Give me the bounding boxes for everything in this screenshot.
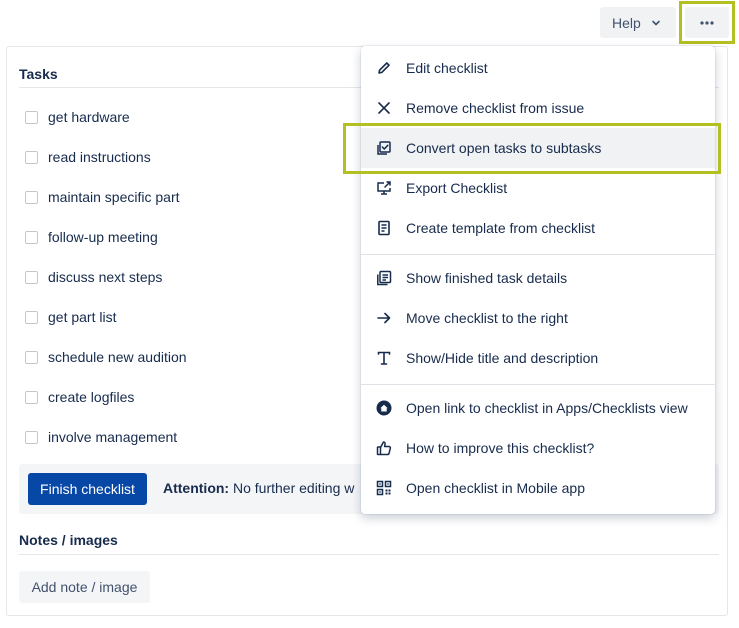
menu-item-label: Open link to checklist in Apps/Checklist…: [406, 400, 688, 416]
task-label: get hardware: [48, 109, 130, 125]
task-checkbox[interactable]: [25, 310, 38, 324]
task-label: create logfiles: [48, 389, 135, 405]
task-label: get part list: [48, 309, 117, 325]
task-label: schedule new audition: [48, 349, 187, 365]
help-button[interactable]: Help: [600, 7, 676, 38]
ellipsis-icon: [700, 20, 714, 25]
home-icon: [375, 400, 392, 417]
menu-item-label: Show/Hide title and description: [406, 350, 599, 366]
task-item[interactable]: get part list: [25, 307, 116, 327]
task-checkbox[interactable]: [25, 270, 38, 284]
menu-item-move-right[interactable]: Move checklist to the right: [361, 298, 715, 338]
finish-checklist-button[interactable]: Finish checklist: [28, 473, 147, 505]
menu-item-open-apps-view[interactable]: Open link to checklist in Apps/Checklist…: [361, 388, 715, 428]
task-item[interactable]: get hardware: [25, 107, 130, 127]
pencil-icon: [375, 60, 392, 77]
chevron-down-icon: [651, 18, 661, 28]
menu-item-open-mobile-app[interactable]: Open checklist in Mobile app: [361, 468, 715, 508]
task-item[interactable]: involve management: [25, 427, 177, 447]
menu-item-create-template[interactable]: Create template from checklist: [361, 208, 715, 248]
attention-text: No further editing w: [232, 480, 355, 496]
task-item[interactable]: discuss next steps: [25, 267, 162, 287]
template-icon: [375, 220, 392, 237]
more-actions-button[interactable]: [685, 7, 729, 38]
menu-item-improve-checklist[interactable]: How to improve this checklist?: [361, 428, 715, 468]
text-icon: [375, 350, 392, 367]
menu-item-label: Create template from checklist: [406, 220, 596, 236]
attention-label: Attention:: [163, 480, 230, 496]
menu-item-edit-checklist[interactable]: Edit checklist: [361, 48, 715, 88]
task-checkbox[interactable]: [25, 150, 38, 164]
more-actions-highlight: [679, 1, 735, 44]
task-item[interactable]: follow-up meeting: [25, 227, 158, 247]
menu-item-label: Show finished task details: [406, 270, 568, 286]
divider: [19, 554, 719, 555]
task-checkbox[interactable]: [25, 350, 38, 364]
task-checkbox[interactable]: [25, 230, 38, 244]
task-checkbox[interactable]: [25, 430, 38, 444]
task-label: discuss next steps: [48, 269, 163, 285]
task-label: follow-up meeting: [48, 229, 158, 245]
subtasks-icon: [375, 140, 392, 157]
arrow-right-icon: [375, 310, 392, 327]
task-checkbox[interactable]: [25, 110, 38, 124]
menu-item-label: Edit checklist: [406, 60, 488, 76]
attention-message: Attention: No further editing w: [163, 480, 354, 496]
menu-item-export-checklist[interactable]: Export Checklist: [361, 168, 715, 208]
task-item[interactable]: read instructions: [25, 147, 151, 167]
menu-item-label: Convert open tasks to subtasks: [406, 140, 602, 156]
export-icon: [375, 180, 392, 197]
menu-item-label: Open checklist in Mobile app: [406, 480, 585, 496]
menu-item-toggle-title[interactable]: Show/Hide title and description: [361, 338, 715, 378]
menu-divider: [361, 384, 715, 385]
notes-title: Notes / images: [19, 532, 118, 548]
help-label: Help: [612, 14, 641, 31]
menu-item-convert-to-subtasks[interactable]: Convert open tasks to subtasks: [361, 128, 715, 168]
menu-item-show-finished-details[interactable]: Show finished task details: [361, 258, 715, 298]
menu-item-label: Remove checklist from issue: [406, 100, 585, 116]
menu-item-label: Move checklist to the right: [406, 310, 568, 326]
task-label: involve management: [48, 429, 178, 445]
task-label: read instructions: [48, 149, 151, 165]
thumbs-up-icon: [375, 440, 392, 457]
menu-item-label: Export Checklist: [406, 180, 508, 196]
task-checkbox[interactable]: [25, 390, 38, 404]
qr-code-icon: [375, 480, 392, 497]
menu-divider: [361, 254, 715, 255]
menu-item-remove-checklist[interactable]: Remove checklist from issue: [361, 88, 715, 128]
more-actions-menu: Edit checklist Remove checklist from iss…: [361, 46, 715, 514]
task-item[interactable]: create logfiles: [25, 387, 134, 407]
tasks-title: Tasks: [19, 66, 58, 82]
task-checkbox[interactable]: [25, 190, 38, 204]
details-icon: [375, 270, 392, 287]
task-label: maintain specific part: [48, 189, 180, 205]
task-item[interactable]: schedule new audition: [25, 347, 187, 367]
menu-item-label: How to improve this checklist?: [406, 440, 595, 456]
task-item[interactable]: maintain specific part: [25, 187, 180, 207]
add-note-button[interactable]: Add note / image: [19, 571, 150, 603]
close-icon: [375, 100, 392, 117]
